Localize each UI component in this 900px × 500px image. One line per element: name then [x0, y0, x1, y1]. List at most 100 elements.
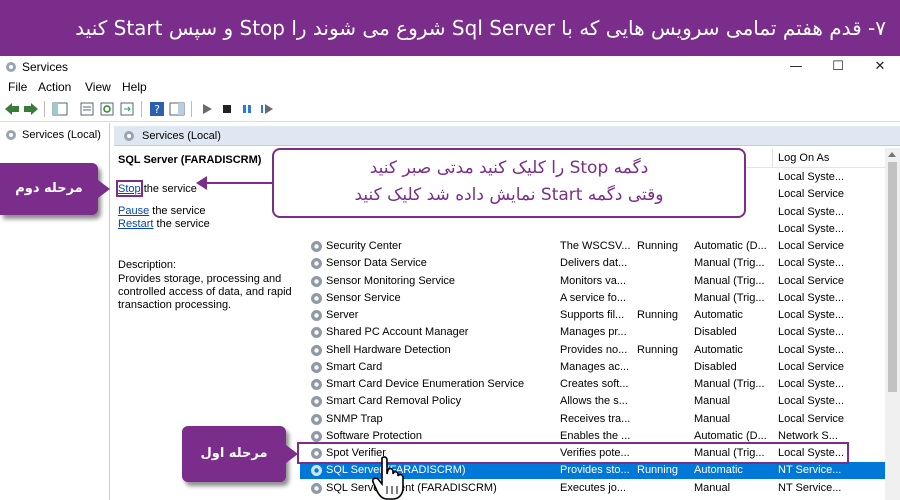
service-startup-type: Manual (Trig... — [694, 291, 765, 304]
column-logon-as[interactable]: Log On As — [772, 149, 829, 167]
window-titlebar: Services — ☐ ✕ — [0, 56, 900, 78]
table-row[interactable]: Sensor Data Service Delivers dat... Manual… — [300, 255, 885, 272]
service-logon-as: NT Service... — [778, 481, 842, 494]
stop-service-icon[interactable] — [218, 100, 236, 118]
service-logon-as: Local Service — [778, 274, 845, 287]
service-name: Shared PC Account Manager — [326, 326, 469, 339]
main-pane-header: Services (Local) — [114, 126, 900, 146]
restart-link[interactable]: Restart — [118, 218, 153, 230]
scroll-up-arrow-icon[interactable] — [888, 152, 896, 157]
service-name: Security Center — [326, 240, 402, 252]
service-gear-icon — [311, 482, 322, 494]
service-name: SNMP Trap — [326, 412, 383, 425]
table-row[interactable]: Sensor Service A service fo... Manual (Tri… — [300, 290, 885, 307]
service-logon-as: Local Service — [778, 188, 845, 201]
pause-link[interactable]: Pause — [118, 205, 149, 217]
instruction-callout: دگمه Stop را کلیک کنید مدتی صبر کنید وقت… — [272, 148, 746, 218]
table-row[interactable]: Smart Card Device Enumeration Service Cre… — [300, 376, 885, 393]
service-status: Running — [637, 343, 678, 356]
restart-service-icon[interactable] — [258, 100, 276, 118]
menu-view[interactable]: View — [85, 80, 111, 94]
service-description: Delivers dat... — [560, 257, 628, 270]
service-logon-as: Local Syste... — [778, 291, 845, 304]
menu-help[interactable]: Help — [122, 80, 147, 94]
window-title: Services — [22, 60, 69, 74]
service-logon-as: Local Syste... — [778, 343, 845, 356]
scroll-thumb[interactable] — [888, 162, 897, 392]
refresh-icon[interactable] — [98, 100, 116, 118]
properties-icon[interactable] — [78, 100, 96, 118]
service-description: Provides sto... — [560, 464, 630, 477]
service-startup-type: Disabled — [694, 326, 737, 339]
table-row[interactable]: Security Center The WSCSV... Running Automa… — [300, 238, 885, 255]
service-gear-icon — [311, 344, 322, 356]
start-service-icon[interactable] — [198, 100, 216, 118]
service-gear-icon — [311, 396, 322, 408]
table-row[interactable]: Smart Card Removal Policy Allows the s...… — [300, 393, 885, 410]
console-tree-icon[interactable] — [51, 100, 69, 118]
service-gear-icon — [311, 465, 322, 477]
service-logon-as: Local Syste... — [778, 222, 845, 235]
minimize-button[interactable]: — — [776, 57, 816, 77]
table-row[interactable]: Server Supports fil... Running Automatic Loc… — [300, 307, 885, 324]
description-text: Provides storage, processing and control… — [118, 273, 292, 311]
restart-action: Restart the service — [118, 218, 210, 230]
service-gear-icon — [311, 379, 322, 390]
service-description: Enables the ... — [560, 429, 631, 442]
table-row[interactable]: Sensor Monitoring Service Monitors va... M… — [300, 273, 885, 290]
service-description: Allows the s... — [560, 395, 628, 408]
service-logon-as: Local Service — [778, 360, 845, 373]
service-startup-type: Automatic — [694, 464, 743, 477]
table-row[interactable]: Local Syste... — [300, 221, 885, 238]
maximize-button[interactable]: ☐ — [818, 57, 858, 77]
menu-file[interactable]: File — [8, 80, 27, 94]
service-name: Shell Hardware Detection — [326, 343, 451, 356]
close-button[interactable]: ✕ — [860, 57, 900, 77]
service-name: Sensor Monitoring Service — [326, 274, 456, 287]
service-status: Running — [637, 464, 678, 477]
service-gear-icon — [311, 310, 322, 321]
service-logon-as: Local Syste... — [778, 309, 845, 321]
service-description: Executes jo... — [560, 481, 627, 494]
service-gear-icon — [311, 361, 322, 373]
pause-service-icon[interactable] — [238, 100, 256, 118]
step-1-tag: مرحله اول — [182, 426, 298, 482]
restart-suffix: the service — [153, 218, 210, 230]
menu-bar: File Action View Help — [0, 78, 900, 96]
service-name: Server — [326, 309, 359, 321]
service-startup-type: Manual (Trig... — [694, 274, 765, 287]
services-gear-icon — [6, 130, 16, 140]
service-description: Manages pr... — [560, 326, 627, 339]
table-row[interactable]: SNMP Trap Receives tra... Manual Local Serv… — [300, 411, 885, 428]
forward-arrow-icon[interactable] — [22, 100, 40, 118]
tree-item-services-local[interactable]: Services (Local) — [4, 128, 101, 142]
service-description: Manages ac... — [560, 360, 630, 373]
service-gear-icon — [311, 292, 322, 304]
table-row[interactable]: Smart Card Manages ac... Disabled Local Ser… — [300, 359, 885, 376]
service-gear-icon — [311, 275, 322, 287]
service-status: Running — [637, 309, 678, 321]
service-name: Smart Card Removal Policy — [326, 395, 462, 408]
help-icon[interactable]: ? — [148, 100, 166, 118]
export-list-icon[interactable] — [118, 100, 136, 118]
back-arrow-icon[interactable] — [3, 100, 21, 118]
table-row[interactable]: Shared PC Account Manager Manages pr... Di… — [300, 324, 885, 341]
service-description: The WSCSV... — [560, 240, 631, 252]
main-pane-title: Services (Local) — [142, 129, 221, 142]
service-logon-as: Local Syste... — [778, 205, 845, 218]
service-logon-as: Local Service — [778, 240, 845, 252]
show-hide-pane-icon[interactable] — [168, 100, 186, 118]
menu-action[interactable]: Action — [38, 80, 71, 94]
callout-line-1: دگمه Stop را کلیک کنید مدتی صبر کنید — [369, 158, 649, 178]
table-row[interactable]: Shell Hardware Detection Provides no... Ru… — [300, 342, 885, 359]
service-startup-type: Manual — [694, 481, 731, 494]
vertical-scrollbar[interactable] — [885, 148, 900, 500]
service-startup-type: Automatic — [694, 309, 743, 321]
service-gear-icon — [311, 327, 322, 339]
service-name: Sensor Data Service — [326, 257, 427, 270]
service-logon-as: Local Syste... — [778, 326, 845, 339]
service-logon-as: Local Service — [778, 412, 845, 425]
service-startup-type: Manual — [694, 395, 731, 408]
service-name: SQL Server (FARADISCRM) — [326, 464, 466, 477]
service-startup-type: Automatic — [694, 343, 743, 356]
